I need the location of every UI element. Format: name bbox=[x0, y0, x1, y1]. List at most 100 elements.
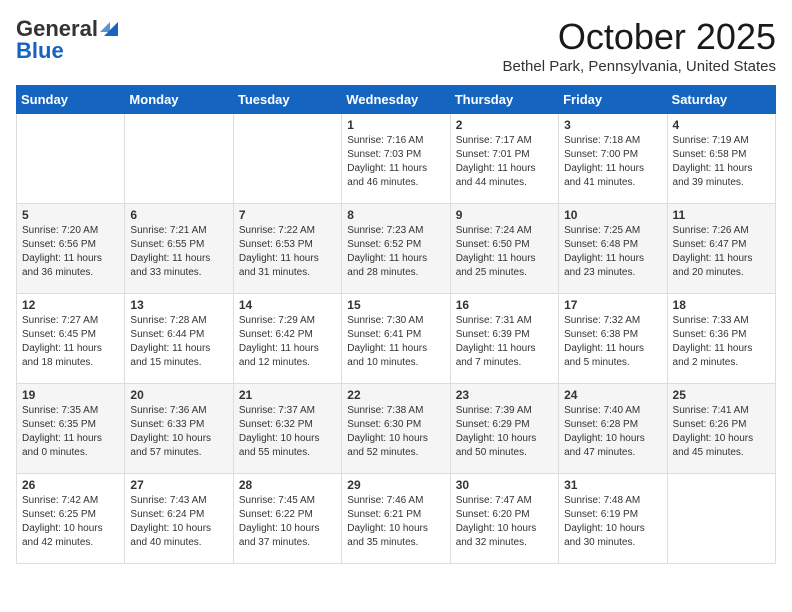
calendar-week-2: 5 Sunrise: 7:20 AM Sunset: 6:56 PM Daylig… bbox=[17, 204, 776, 294]
calendar-cell: 20Sunrise: 7:36 AM Sunset: 6:33 PM Dayli… bbox=[125, 384, 233, 474]
day-info: Sunrise: 7:39 AM Sunset: 6:29 PM Dayligh… bbox=[456, 404, 553, 460]
day-number: 31 bbox=[564, 478, 661, 492]
col-header-saturday: Saturday bbox=[667, 86, 775, 114]
day-number: 7 bbox=[239, 208, 336, 222]
day-info: Sunrise: 7:45 AM Sunset: 6:22 PM Dayligh… bbox=[239, 494, 336, 550]
day-number: 10 bbox=[564, 208, 661, 222]
day-number: 2 bbox=[456, 118, 553, 132]
calendar-week-5: 26 Sunrise: 7:42 AM Sunset: 6:25 PM Dayli… bbox=[17, 474, 776, 564]
calendar-cell bbox=[667, 474, 775, 564]
calendar-table: SundayMondayTuesdayWednesdayThursdayFrid… bbox=[16, 85, 776, 564]
col-header-monday: Monday bbox=[125, 86, 233, 114]
day-number: 5 bbox=[22, 208, 119, 222]
day-number: 22 bbox=[347, 388, 444, 402]
day-info: Sunrise: 7:35 AM Sunset: 6:35 PM Dayligh… bbox=[22, 404, 119, 460]
calendar-cell: 27 Sunrise: 7:43 AM Sunset: 6:24 PM Dayli… bbox=[125, 474, 233, 564]
calendar-cell bbox=[17, 114, 125, 204]
day-number: 21 bbox=[239, 388, 336, 402]
day-number: 3 bbox=[564, 118, 661, 132]
day-info: Sunrise: 7:31 AM Sunset: 6:39 PM Dayligh… bbox=[456, 314, 553, 370]
logo-blue-text: Blue bbox=[16, 38, 64, 64]
day-number: 13 bbox=[130, 298, 227, 312]
calendar-cell bbox=[125, 114, 233, 204]
day-info: Sunrise: 7:29 AM Sunset: 6:42 PM Dayligh… bbox=[239, 314, 336, 370]
day-number: 9 bbox=[456, 208, 553, 222]
day-number: 30 bbox=[456, 478, 553, 492]
day-info: Sunrise: 7:20 AM Sunset: 6:56 PM Dayligh… bbox=[22, 224, 119, 280]
day-info: Sunrise: 7:24 AM Sunset: 6:50 PM Dayligh… bbox=[456, 224, 553, 280]
calendar-cell: 7 Sunrise: 7:22 AM Sunset: 6:53 PM Daylig… bbox=[233, 204, 341, 294]
calendar-cell: 1 Sunrise: 7:16 AM Sunset: 7:03 PM Daylig… bbox=[342, 114, 450, 204]
col-header-sunday: Sunday bbox=[17, 86, 125, 114]
calendar-cell: 24 Sunrise: 7:40 AM Sunset: 6:28 PM Dayli… bbox=[559, 384, 667, 474]
day-info: Sunrise: 7:21 AM Sunset: 6:55 PM Dayligh… bbox=[130, 224, 227, 280]
day-number: 23 bbox=[456, 388, 553, 402]
calendar-cell: 17Sunrise: 7:32 AM Sunset: 6:38 PM Dayli… bbox=[559, 294, 667, 384]
day-number: 14 bbox=[239, 298, 336, 312]
calendar-cell: 4Sunrise: 7:19 AM Sunset: 6:58 PM Daylig… bbox=[667, 114, 775, 204]
day-number: 1 bbox=[347, 118, 444, 132]
calendar-cell: 29 Sunrise: 7:46 AM Sunset: 6:21 PM Dayli… bbox=[342, 474, 450, 564]
day-info: Sunrise: 7:38 AM Sunset: 6:30 PM Dayligh… bbox=[347, 404, 444, 460]
day-number: 24 bbox=[564, 388, 661, 402]
calendar-cell: 14 Sunrise: 7:29 AM Sunset: 6:42 PM Dayli… bbox=[233, 294, 341, 384]
day-info: Sunrise: 7:22 AM Sunset: 6:53 PM Dayligh… bbox=[239, 224, 336, 280]
col-header-tuesday: Tuesday bbox=[233, 86, 341, 114]
page-header: General Blue October 2025 Bethel Park, P… bbox=[16, 16, 776, 75]
day-info: Sunrise: 7:40 AM Sunset: 6:28 PM Dayligh… bbox=[564, 404, 661, 460]
day-info: Sunrise: 7:42 AM Sunset: 6:25 PM Dayligh… bbox=[22, 494, 119, 550]
calendar-cell: 30 Sunrise: 7:47 AM Sunset: 6:20 PM Dayli… bbox=[450, 474, 558, 564]
calendar-cell: 19 Sunrise: 7:35 AM Sunset: 6:35 PM Dayli… bbox=[17, 384, 125, 474]
day-number: 28 bbox=[239, 478, 336, 492]
calendar-cell: 31 Sunrise: 7:48 AM Sunset: 6:19 PM Dayli… bbox=[559, 474, 667, 564]
calendar-cell: 6 Sunrise: 7:21 AM Sunset: 6:55 PM Daylig… bbox=[125, 204, 233, 294]
calendar-cell: 3 Sunrise: 7:18 AM Sunset: 7:00 PM Daylig… bbox=[559, 114, 667, 204]
day-number: 18 bbox=[673, 298, 770, 312]
calendar-cell: 11Sunrise: 7:26 AM Sunset: 6:47 PM Dayli… bbox=[667, 204, 775, 294]
day-number: 25 bbox=[673, 388, 770, 402]
calendar-cell: 18Sunrise: 7:33 AM Sunset: 6:36 PM Dayli… bbox=[667, 294, 775, 384]
day-info: Sunrise: 7:37 AM Sunset: 6:32 PM Dayligh… bbox=[239, 404, 336, 460]
logo: General Blue bbox=[16, 16, 118, 64]
location-text: Bethel Park, Pennsylvania, United States bbox=[503, 58, 777, 75]
day-number: 26 bbox=[22, 478, 119, 492]
calendar-week-1: 1 Sunrise: 7:16 AM Sunset: 7:03 PM Daylig… bbox=[17, 114, 776, 204]
col-header-friday: Friday bbox=[559, 86, 667, 114]
day-info: Sunrise: 7:47 AM Sunset: 6:20 PM Dayligh… bbox=[456, 494, 553, 550]
day-info: Sunrise: 7:27 AM Sunset: 6:45 PM Dayligh… bbox=[22, 314, 119, 370]
calendar-header-row: SundayMondayTuesdayWednesdayThursdayFrid… bbox=[17, 86, 776, 114]
day-number: 12 bbox=[22, 298, 119, 312]
day-number: 27 bbox=[130, 478, 227, 492]
day-info: Sunrise: 7:18 AM Sunset: 7:00 PM Dayligh… bbox=[564, 134, 661, 190]
calendar-cell bbox=[233, 114, 341, 204]
calendar-week-4: 19 Sunrise: 7:35 AM Sunset: 6:35 PM Dayli… bbox=[17, 384, 776, 474]
col-header-wednesday: Wednesday bbox=[342, 86, 450, 114]
day-number: 15 bbox=[347, 298, 444, 312]
day-info: Sunrise: 7:43 AM Sunset: 6:24 PM Dayligh… bbox=[130, 494, 227, 550]
day-number: 4 bbox=[673, 118, 770, 132]
day-info: Sunrise: 7:23 AM Sunset: 6:52 PM Dayligh… bbox=[347, 224, 444, 280]
day-info: Sunrise: 7:46 AM Sunset: 6:21 PM Dayligh… bbox=[347, 494, 444, 550]
day-number: 6 bbox=[130, 208, 227, 222]
day-number: 17 bbox=[564, 298, 661, 312]
calendar-cell: 13Sunrise: 7:28 AM Sunset: 6:44 PM Dayli… bbox=[125, 294, 233, 384]
day-info: Sunrise: 7:25 AM Sunset: 6:48 PM Dayligh… bbox=[564, 224, 661, 280]
day-info: Sunrise: 7:30 AM Sunset: 6:41 PM Dayligh… bbox=[347, 314, 444, 370]
calendar-cell: 2Sunrise: 7:17 AM Sunset: 7:01 PM Daylig… bbox=[450, 114, 558, 204]
calendar-cell: 22 Sunrise: 7:38 AM Sunset: 6:30 PM Dayli… bbox=[342, 384, 450, 474]
calendar-cell: 9 Sunrise: 7:24 AM Sunset: 6:50 PM Daylig… bbox=[450, 204, 558, 294]
col-header-thursday: Thursday bbox=[450, 86, 558, 114]
day-info: Sunrise: 7:16 AM Sunset: 7:03 PM Dayligh… bbox=[347, 134, 444, 190]
logo-bird-icon bbox=[100, 18, 118, 40]
day-number: 29 bbox=[347, 478, 444, 492]
day-info: Sunrise: 7:26 AM Sunset: 6:47 PM Dayligh… bbox=[673, 224, 770, 280]
calendar-cell: 5 Sunrise: 7:20 AM Sunset: 6:56 PM Daylig… bbox=[17, 204, 125, 294]
day-number: 16 bbox=[456, 298, 553, 312]
day-number: 19 bbox=[22, 388, 119, 402]
calendar-cell: 10 Sunrise: 7:25 AM Sunset: 6:48 PM Dayli… bbox=[559, 204, 667, 294]
calendar-cell: 16 Sunrise: 7:31 AM Sunset: 6:39 PM Dayli… bbox=[450, 294, 558, 384]
calendar-cell: 26 Sunrise: 7:42 AM Sunset: 6:25 PM Dayli… bbox=[17, 474, 125, 564]
calendar-cell: 12 Sunrise: 7:27 AM Sunset: 6:45 PM Dayli… bbox=[17, 294, 125, 384]
day-number: 20 bbox=[130, 388, 227, 402]
day-info: Sunrise: 7:48 AM Sunset: 6:19 PM Dayligh… bbox=[564, 494, 661, 550]
